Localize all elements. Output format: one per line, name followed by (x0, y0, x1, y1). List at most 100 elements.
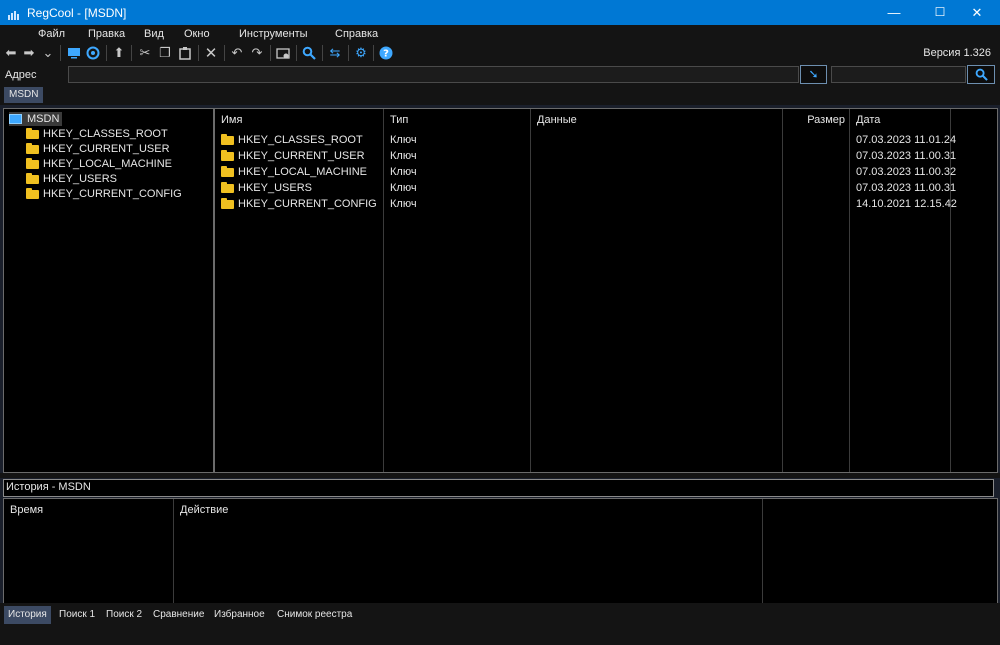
tree-item-hklm[interactable]: HKEY_LOCAL_MACHINE (26, 157, 172, 171)
history-title-bar: История - MSDN (3, 479, 994, 497)
folder-icon (26, 157, 39, 169)
tree-item-label: HKEY_CURRENT_CONFIG (43, 188, 182, 200)
toolbar-separator (373, 45, 374, 61)
minimize-button[interactable]: — (871, 0, 917, 25)
column-divider[interactable] (782, 109, 783, 472)
refresh-icon[interactable]: ⇆ (327, 45, 343, 61)
tab-history[interactable]: История (4, 606, 51, 624)
toolbar-separator (322, 45, 323, 61)
paste-icon[interactable] (177, 45, 193, 61)
folder-icon (221, 149, 234, 161)
address-label: Адрес (5, 69, 37, 81)
redo-icon[interactable]: ↷ (249, 45, 265, 61)
column-divider[interactable] (762, 499, 763, 603)
tab-msdn[interactable]: MSDN (4, 87, 44, 103)
search-input[interactable] (831, 66, 966, 83)
tree-item-hkcc[interactable]: HKEY_CURRENT_CONFIG (26, 187, 182, 201)
tab-favorites[interactable]: Избранное (210, 606, 269, 624)
row-name: HKEY_CLASSES_ROOT (238, 134, 363, 146)
row-name: HKEY_CURRENT_CONFIG (238, 198, 377, 210)
tree-item-label: HKEY_CLASSES_ROOT (43, 128, 168, 140)
cut-icon[interactable]: ✂ (137, 45, 153, 61)
menu-file[interactable]: Файл (38, 28, 65, 40)
tab-registry-snapshot[interactable]: Снимок реестра (273, 606, 356, 624)
row-date: 07.03.2023 11.00.31 (856, 150, 957, 162)
search-button[interactable] (967, 65, 995, 84)
undo-icon[interactable]: ↶ (229, 45, 245, 61)
menu-view[interactable]: Вид (144, 28, 164, 40)
tree-root-msdn[interactable]: MSDN (9, 112, 63, 126)
row-type: Ключ (390, 182, 417, 194)
delete-icon[interactable]: ✕ (203, 45, 219, 62)
find-icon[interactable] (301, 45, 317, 61)
history-table: Время Действие (3, 498, 998, 604)
tree-root-label: MSDN (27, 113, 60, 125)
title-bar: RegCool - [MSDN] — ☐ ✕ (0, 0, 1000, 25)
close-window-button[interactable]: ✕ (954, 0, 1000, 25)
toolbar-separator (224, 45, 225, 61)
computer-icon[interactable] (66, 45, 82, 61)
registry-tree: MSDN HKEY_CLASSES_ROOT HKEY_CURRENT_USER… (3, 108, 214, 473)
column-header-time[interactable]: Время (4, 502, 173, 518)
tree-item-label: HKEY_LOCAL_MACHINE (43, 158, 172, 170)
window-title: RegCool - [MSDN] (27, 6, 127, 20)
column-divider[interactable] (849, 109, 850, 472)
row-date: 07.03.2023 11.00.31 (856, 182, 957, 194)
chevron-down-icon[interactable]: ⌄ (40, 45, 56, 61)
tree-item-hku[interactable]: HKEY_USERS (26, 172, 117, 186)
document-tabs: MSDN (0, 85, 1000, 105)
toolbar: ⬅ ➡ ⌄ ⬆ ✂ ❐ ✕ ↶ ↷ ⇆ ⚙ ? Версия 1.326 (0, 42, 1000, 64)
up-arrow-icon[interactable]: ⬆ (111, 45, 127, 61)
column-header-date[interactable]: Дата (850, 109, 950, 131)
folder-icon (26, 172, 39, 184)
row-name: HKEY_LOCAL_MACHINE (238, 166, 367, 178)
version-label: Версия 1.326 (923, 47, 991, 59)
back-arrow-icon[interactable]: ⬅ (3, 45, 19, 61)
column-divider[interactable] (383, 109, 384, 472)
column-divider[interactable] (173, 499, 174, 603)
toolbar-separator (348, 45, 349, 61)
tree-item-label: HKEY_USERS (43, 173, 117, 185)
footer (0, 629, 1000, 645)
computer-icon (9, 114, 22, 124)
tab-search-2[interactable]: Поиск 2 (102, 606, 146, 624)
settings-icon[interactable]: ⚙ (353, 45, 369, 61)
column-header-name[interactable]: Имя (215, 109, 383, 131)
row-name-cell: HKEY_CLASSES_ROOT (221, 132, 363, 148)
row-name-cell: HKEY_CURRENT_USER (221, 148, 365, 164)
bottom-tabs: История Поиск 1 Поиск 2 Сравнение Избран… (0, 603, 1000, 629)
connect-icon[interactable] (85, 45, 101, 61)
address-input[interactable] (68, 66, 799, 83)
menu-tools[interactable]: Инструменты (239, 28, 308, 40)
toolbar-separator (198, 45, 199, 61)
forward-arrow-icon[interactable]: ➡ (21, 45, 37, 61)
row-type: Ключ (390, 134, 417, 146)
tab-search-1[interactable]: Поиск 1 (55, 606, 99, 624)
folder-icon (221, 181, 234, 193)
column-header-size[interactable]: Размер (783, 109, 849, 131)
copy-icon[interactable]: ❐ (157, 45, 173, 61)
toolbar-separator (270, 45, 271, 61)
row-date: 07.03.2023 11.01.24 (856, 134, 957, 146)
toolbar-separator (296, 45, 297, 61)
menu-window[interactable]: Окно (184, 28, 210, 40)
menu-help[interactable]: Справка (335, 28, 378, 40)
tab-compare[interactable]: Сравнение (149, 606, 208, 624)
splitter[interactable] (0, 473, 1000, 478)
tree-item-hkcu[interactable]: HKEY_CURRENT_USER (26, 142, 170, 156)
new-key-icon[interactable] (275, 45, 291, 61)
folder-icon (26, 187, 39, 199)
toolbar-separator (60, 45, 61, 61)
help-icon[interactable]: ? (378, 45, 394, 61)
column-header-data[interactable]: Данные (531, 109, 782, 131)
column-header-action[interactable]: Действие (174, 502, 762, 518)
column-divider[interactable] (530, 109, 531, 472)
address-go-button[interactable]: ➘ (800, 65, 827, 84)
history-title: История - MSDN (6, 481, 91, 493)
folder-icon (221, 197, 234, 209)
menu-edit[interactable]: Правка (88, 28, 125, 40)
registry-list: Имя Тип Данные Размер Дата HKEY_CLASSES_… (214, 108, 998, 473)
column-header-type[interactable]: Тип (384, 109, 530, 131)
toolbar-separator (106, 45, 107, 61)
tree-item-hkcr[interactable]: HKEY_CLASSES_ROOT (26, 127, 168, 141)
